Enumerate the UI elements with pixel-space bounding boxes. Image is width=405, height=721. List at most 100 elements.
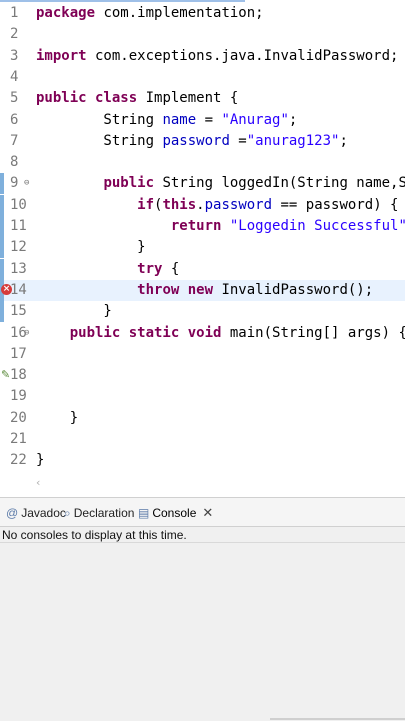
- code-line[interactable]: 7 String password ="anurag123";: [0, 131, 405, 152]
- code-token: =: [229, 132, 247, 149]
- console-panel: @ Javadoc ⌕ Declaration ▤ Console ✕ No conso…: [0, 497, 405, 721]
- code-token: throw new: [137, 281, 214, 298]
- line-number: 1: [10, 5, 19, 21]
- code-text: public static void main(String[] args) {: [36, 323, 405, 344]
- code-line[interactable]: 8: [0, 152, 405, 173]
- code-line[interactable]: 3 import com.exceptions.java.InvalidPassw…: [0, 46, 405, 67]
- line-number: 12: [10, 239, 27, 256]
- code-line[interactable]: 21: [0, 429, 405, 450]
- tab-declaration-label: Declaration: [73, 506, 135, 520]
- code-line[interactable]: 15 }: [0, 301, 405, 323]
- tab-javadoc-label: Javadoc: [21, 506, 66, 520]
- line-number: 14: [10, 281, 27, 298]
- line-number: 4: [10, 68, 19, 85]
- code-token: Implement {: [137, 90, 239, 107]
- code-token: public: [103, 175, 155, 192]
- fold-collapse-icon[interactable]: ⊖: [24, 173, 29, 194]
- code-token: String: [36, 111, 163, 128]
- code-token: this: [162, 196, 197, 213]
- tab-console[interactable]: ▤ Console ✕: [138, 503, 213, 523]
- code-line[interactable]: 6 String name = "Anurag";: [0, 110, 405, 131]
- task-marker-icon[interactable]: ✎: [1, 369, 13, 381]
- line-number: 17: [10, 345, 27, 362]
- line-number: 22: [10, 452, 27, 469]
- code-text: public String loggedIn(String name,Strin…: [36, 173, 405, 194]
- code-line[interactable]: 10 if(this.password == password) {: [0, 194, 405, 216]
- line-number: 18: [10, 367, 27, 384]
- code-token: if: [137, 196, 155, 213]
- code-token: String loggedIn(String name,String p: [162, 175, 405, 192]
- code-token: com.implementation;: [95, 5, 264, 21]
- code-line[interactable]: 13 try {: [0, 258, 405, 280]
- code-line[interactable]: 14 × throw new InvalidPassword();: [0, 279, 405, 301]
- line-number: 20: [10, 409, 27, 426]
- code-token: "anurag123": [246, 132, 340, 149]
- line-number: 5: [10, 90, 19, 107]
- line-number: 19: [10, 388, 27, 405]
- code-token: .: [196, 196, 205, 213]
- code-text: }: [36, 408, 78, 429]
- code-editor[interactable]: 1 package com.implementation; 2 3 import com…: [0, 0, 405, 495]
- console-output-area[interactable]: [0, 542, 405, 721]
- tab-declaration[interactable]: ⌕ Declaration: [64, 503, 134, 523]
- code-line[interactable]: 9⊖ public String loggedIn(String name,St…: [0, 173, 405, 195]
- line-number: 21: [10, 431, 27, 447]
- javadoc-icon: @: [6, 506, 19, 520]
- code-line[interactable]: 11 return "Loggedin Successful";: [0, 216, 405, 237]
- code-token: }: [36, 452, 45, 469]
- change-marker: [0, 194, 4, 216]
- change-marker: [0, 237, 4, 259]
- code-token: }: [36, 303, 112, 320]
- code-token: public static void: [69, 324, 222, 341]
- code-line[interactable]: 18 ✎: [0, 365, 405, 386]
- code-line[interactable]: 1 package com.implementation;: [0, 3, 405, 24]
- error-marker-icon[interactable]: ×: [1, 283, 12, 295]
- code-token: == password) {: [272, 196, 399, 213]
- line-number: 7: [10, 132, 19, 149]
- code-token: password: [162, 132, 230, 149]
- code-line[interactable]: 19: [0, 386, 405, 407]
- code-line[interactable]: 20 }: [0, 408, 405, 429]
- code-token: }: [36, 239, 146, 256]
- code-token: public class: [36, 90, 138, 107]
- code-text: }: [36, 237, 146, 258]
- code-text: String name = "Anurag";: [36, 110, 297, 131]
- code-token: ;: [339, 132, 348, 149]
- code-token: com.exceptions.java.InvalidPassword;: [86, 47, 399, 64]
- code-line[interactable]: 16 ⊖ public static void main(String[] arg…: [0, 323, 405, 344]
- code-text: String password ="anurag123";: [36, 131, 348, 152]
- code-token: String: [36, 132, 163, 149]
- code-token: {: [162, 260, 180, 277]
- tab-javadoc[interactable]: @ Javadoc: [6, 503, 66, 523]
- code-line[interactable]: 2: [0, 24, 405, 45]
- code-line[interactable]: 22}: [0, 450, 405, 471]
- change-marker: [0, 258, 4, 280]
- scroll-left-arrow-icon[interactable]: ‹: [36, 476, 40, 489]
- change-marker: [0, 173, 4, 195]
- line-number: 2: [10, 26, 19, 43]
- line-number: 11: [10, 218, 27, 234]
- code-line[interactable]: 17: [0, 344, 405, 365]
- line-number: 15: [10, 303, 27, 320]
- code-line[interactable]: 4: [0, 67, 405, 88]
- code-line[interactable]: 5 public class Implement {: [0, 88, 405, 109]
- code-token: =: [196, 111, 222, 128]
- code-text: if(this.password == password) {: [36, 195, 398, 216]
- code-text: public class Implement {: [36, 88, 238, 109]
- console-message: No consoles to display at this time.: [2, 528, 187, 542]
- editor-tab-indicator: [0, 0, 245, 2]
- code-text: }: [36, 450, 44, 471]
- code-token: try: [137, 260, 163, 277]
- fold-collapse-icon[interactable]: ⊖: [24, 323, 29, 344]
- code-line[interactable]: 12 }: [0, 237, 405, 259]
- close-icon[interactable]: ✕: [202, 505, 213, 520]
- code-token: }: [36, 409, 79, 426]
- console-icon: ▤: [138, 506, 150, 520]
- code-text: import com.exceptions.java.InvalidPasswo…: [36, 46, 398, 67]
